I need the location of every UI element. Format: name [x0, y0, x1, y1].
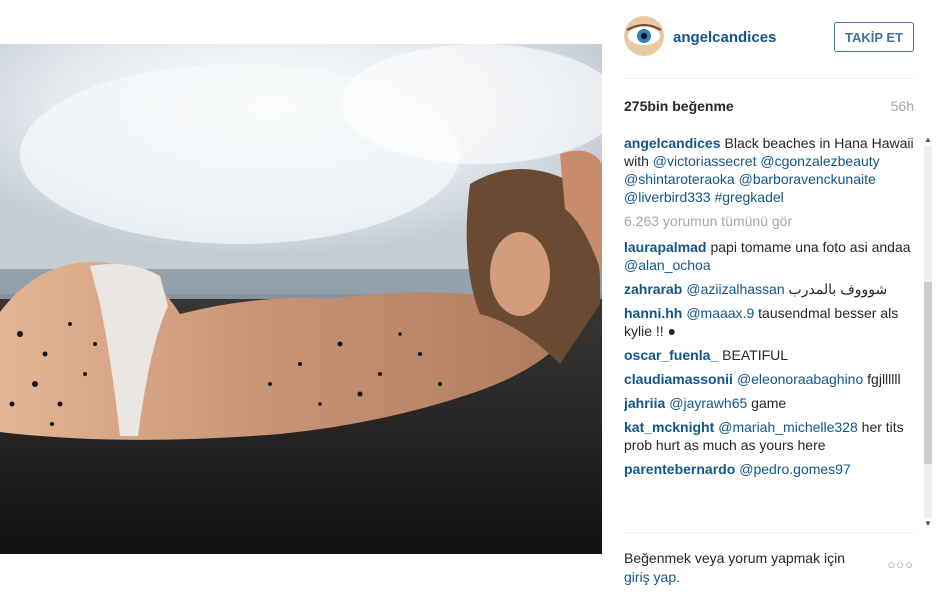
comment-text: papi tomame una foto asi andaa	[710, 239, 911, 255]
comment-username[interactable]: kat_mcknight	[624, 419, 714, 435]
login-link[interactable]: giriş yap	[624, 569, 676, 585]
comment-mention[interactable]: @pedro.gomes97	[739, 461, 851, 477]
comment: parentebernardo @pedro.gomes97	[624, 460, 914, 478]
comment-mention[interactable]: @eleonoraabaghino	[737, 371, 863, 387]
login-prompt-text: Beğenmek veya yorum yapmak için	[624, 550, 845, 566]
comment: zahrarab @aziizalhassan شوووف بالمدرب	[624, 280, 914, 298]
comment-username[interactable]: jahriia	[624, 395, 665, 411]
login-prompt: Beğenmek veya yorum yapmak için giriş ya…	[624, 549, 864, 587]
caption-mention[interactable]: @cgonzalezbeauty	[760, 153, 879, 169]
caption-mention[interactable]: @barboravenckunaite	[739, 171, 876, 187]
post-photo[interactable]	[0, 44, 602, 554]
comment-text: fgjllllll	[867, 371, 901, 387]
scrollbar-thumb[interactable]	[924, 282, 932, 464]
comment: hanni.hh @maaax.9 tausendmal besser als k…	[624, 304, 914, 340]
comment-username[interactable]: laurapalmad	[624, 239, 706, 255]
comment-mention[interactable]: @aziizalhassan	[686, 281, 784, 297]
comment-mention[interactable]: @jayrawh65	[669, 395, 747, 411]
caption-username[interactable]: angelcandices	[624, 135, 721, 151]
comment-mention[interactable]: @alan_ochoa	[624, 257, 711, 273]
post-sidebar: angelcandices TAKİP ET 275bin beğenme 56…	[602, 0, 936, 600]
post-header: angelcandices TAKİP ET	[624, 0, 914, 79]
comment-username[interactable]: hanni.hh	[624, 305, 682, 321]
caption: angelcandices Black beaches in Hana Hawai…	[624, 134, 914, 206]
comment: oscar_fuenla_ BEATIFUL	[624, 346, 914, 364]
comment-mention[interactable]: @mariah_michelle328	[718, 419, 858, 435]
comment-username[interactable]: zahrarab	[624, 281, 682, 297]
comment-text: BEATIFUL	[722, 347, 789, 363]
post-time[interactable]: 56h	[891, 98, 914, 114]
comment-mention[interactable]: @maaax.9	[686, 305, 754, 321]
post-stats: 275bin beğenme 56h	[624, 96, 914, 118]
comments-scrollbar[interactable]: ▲ ▼	[922, 134, 934, 530]
comments-list: angelcandices Black beaches in Hana Hawai…	[624, 134, 914, 530]
scroll-up-icon[interactable]: ▲	[922, 134, 934, 146]
comment: jahriia @jayrawh65 game	[624, 394, 914, 412]
username-link[interactable]: angelcandices	[673, 29, 776, 46]
comment: kat_mcknight @mariah_michelle328 her tits…	[624, 418, 914, 454]
avatar[interactable]	[624, 16, 664, 56]
scroll-down-icon[interactable]: ▼	[922, 518, 934, 530]
login-prompt-suffix: .	[676, 569, 681, 585]
caption-mention[interactable]: @shintaroteraoka	[624, 171, 735, 187]
caption-hashtag[interactable]: #gregkadel	[714, 189, 783, 205]
photo-illustration	[0, 44, 602, 554]
apple-emoji-icon: ●	[667, 323, 677, 339]
comment: laurapalmad papi tomame una foto asi anda…	[624, 238, 914, 274]
comment-text: شوووف بالمدرب	[788, 281, 888, 297]
post-footer: Beğenmek veya yorum yapmak için giriş ya…	[624, 532, 914, 601]
view-all-comments-link[interactable]: 6.263 yorumun tümünü gör	[624, 212, 914, 230]
comment: claudiamassonii @eleonoraabaghino fgjllll…	[624, 370, 914, 388]
caption-mention[interactable]: @victoriassecret	[653, 153, 757, 169]
comment-username[interactable]: oscar_fuenla_	[624, 347, 718, 363]
comment-text: game	[751, 395, 787, 411]
more-options-icon[interactable]: ○○○	[887, 557, 914, 572]
likes-count[interactable]: 275bin beğenme	[624, 98, 734, 114]
comment-username[interactable]: parentebernardo	[624, 461, 735, 477]
caption-mention[interactable]: @liverbird333	[624, 189, 711, 205]
follow-button[interactable]: TAKİP ET	[834, 22, 914, 52]
comment-username[interactable]: claudiamassonii	[624, 371, 733, 387]
